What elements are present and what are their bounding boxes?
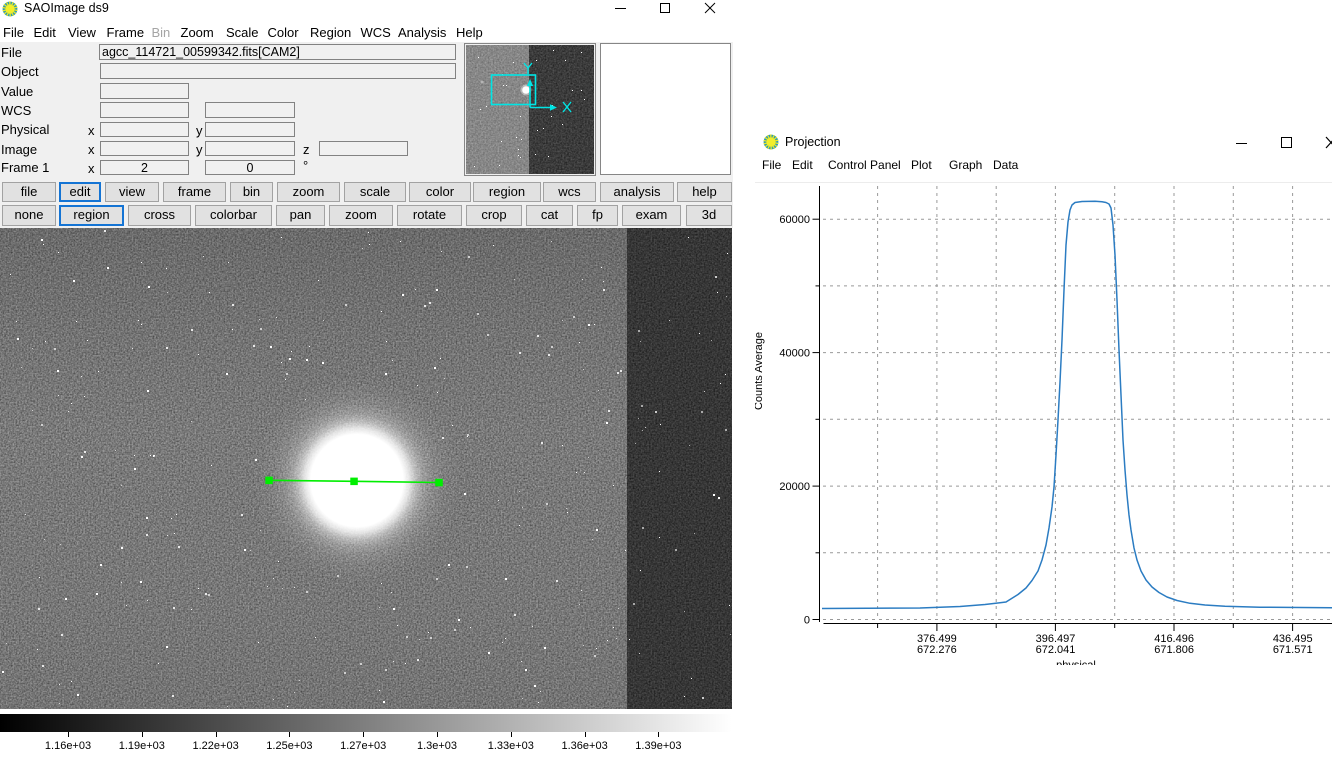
svg-text:20000: 20000 xyxy=(779,481,810,493)
svg-text:60000: 60000 xyxy=(779,214,810,226)
svg-text:40000: 40000 xyxy=(779,348,810,360)
svg-text:physical: physical xyxy=(1056,660,1096,666)
svg-text:671.806: 671.806 xyxy=(1154,644,1194,656)
svg-text:672.041: 672.041 xyxy=(1036,644,1076,656)
svg-text:671.571: 671.571 xyxy=(1273,644,1313,656)
svg-text:Counts Average: Counts Average xyxy=(755,332,765,410)
svg-text:0: 0 xyxy=(804,615,810,627)
svg-text:672.276: 672.276 xyxy=(917,644,957,656)
